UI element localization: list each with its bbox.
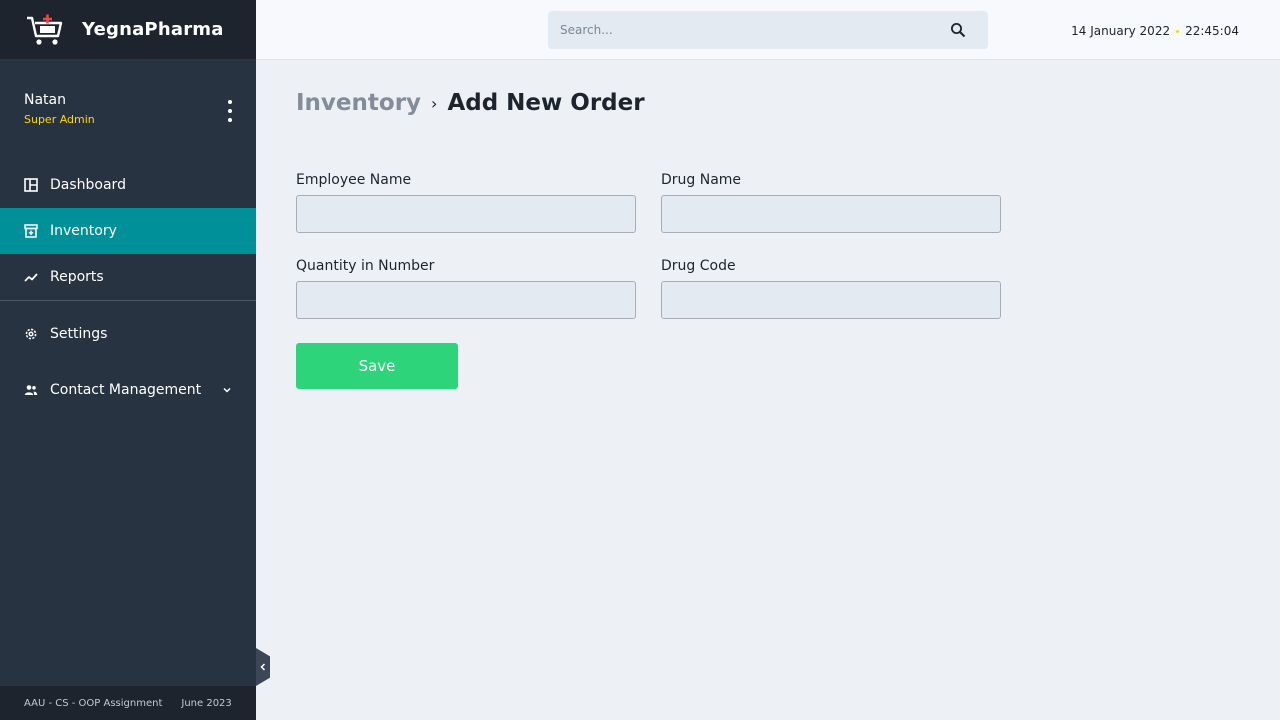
brand-name: YegnaPharma bbox=[82, 19, 224, 40]
inventory-icon bbox=[24, 224, 38, 238]
people-icon bbox=[24, 383, 38, 397]
breadcrumb-parent-link[interactable]: Inventory bbox=[296, 90, 421, 116]
drug-code-input[interactable] bbox=[661, 281, 1001, 319]
sidebar-item-settings[interactable]: Settings bbox=[0, 311, 256, 357]
breadcrumb-separator: › bbox=[431, 93, 438, 113]
sidebar-item-label: Settings bbox=[50, 326, 108, 342]
drug-code-field: Drug Code bbox=[661, 258, 1001, 319]
sidebar: YegnaPharma Natan Super Admin Dashboard … bbox=[0, 0, 256, 720]
trend-chart-icon bbox=[24, 270, 38, 284]
brand-header: YegnaPharma bbox=[0, 0, 256, 59]
search-input[interactable] bbox=[548, 11, 928, 49]
sidebar-footer: AAU - CS - OOP Assignment June 2023 bbox=[0, 686, 256, 720]
pharmacy-cart-icon bbox=[27, 14, 63, 45]
chevron-left-icon bbox=[260, 663, 266, 671]
search-icon[interactable] bbox=[950, 22, 966, 38]
quantity-label: Quantity in Number bbox=[296, 258, 435, 274]
user-role: Super Admin bbox=[24, 113, 95, 126]
sidebar-item-label: Inventory bbox=[50, 223, 117, 239]
sidebar-item-contact-management[interactable]: Contact Management bbox=[0, 367, 256, 413]
sidebar-item-label: Contact Management bbox=[50, 382, 202, 398]
employee-name-label: Employee Name bbox=[296, 172, 412, 188]
sidebar-nav: Dashboard Inventory Reports Settings Con… bbox=[0, 162, 256, 413]
save-button[interactable]: Save bbox=[296, 343, 458, 389]
chevron-down-icon[interactable] bbox=[222, 383, 232, 399]
drug-name-input[interactable] bbox=[661, 195, 1001, 233]
quantity-field: Quantity in Number bbox=[296, 258, 636, 319]
date-time: 14 January 2022 22:45:04 bbox=[1071, 24, 1239, 38]
breadcrumb: Inventory › Add New Order bbox=[296, 90, 645, 116]
sidebar-item-label: Dashboard bbox=[50, 177, 126, 193]
drug-name-field: Drug Name bbox=[661, 172, 1001, 233]
footer-date: June 2023 bbox=[181, 697, 232, 709]
employee-name-input[interactable] bbox=[296, 195, 636, 233]
sidebar-item-reports[interactable]: Reports bbox=[0, 254, 256, 300]
drug-code-label: Drug Code bbox=[661, 258, 736, 274]
current-time: 22:45:04 bbox=[1185, 24, 1239, 38]
search-bar bbox=[548, 11, 988, 49]
page-title: Add New Order bbox=[447, 90, 645, 116]
sidebar-collapse-button[interactable] bbox=[256, 648, 270, 686]
footer-course: AAU - CS - OOP Assignment bbox=[24, 697, 163, 709]
sidebar-item-inventory[interactable]: Inventory bbox=[0, 208, 256, 254]
drug-name-label: Drug Name bbox=[661, 172, 742, 188]
top-bar: 14 January 2022 22:45:04 bbox=[256, 0, 1280, 60]
gear-icon bbox=[24, 327, 38, 341]
user-menu-kebab-icon[interactable] bbox=[224, 100, 236, 122]
dashboard-icon bbox=[24, 178, 38, 192]
separator-dot bbox=[1176, 29, 1180, 33]
quantity-input[interactable] bbox=[296, 281, 636, 319]
current-date: 14 January 2022 bbox=[1071, 24, 1171, 38]
employee-name-field: Employee Name bbox=[296, 172, 636, 233]
sidebar-item-label: Reports bbox=[50, 269, 104, 285]
user-name: Natan bbox=[24, 92, 66, 108]
sidebar-item-dashboard[interactable]: Dashboard bbox=[0, 162, 256, 208]
user-panel: Natan Super Admin bbox=[24, 92, 236, 126]
